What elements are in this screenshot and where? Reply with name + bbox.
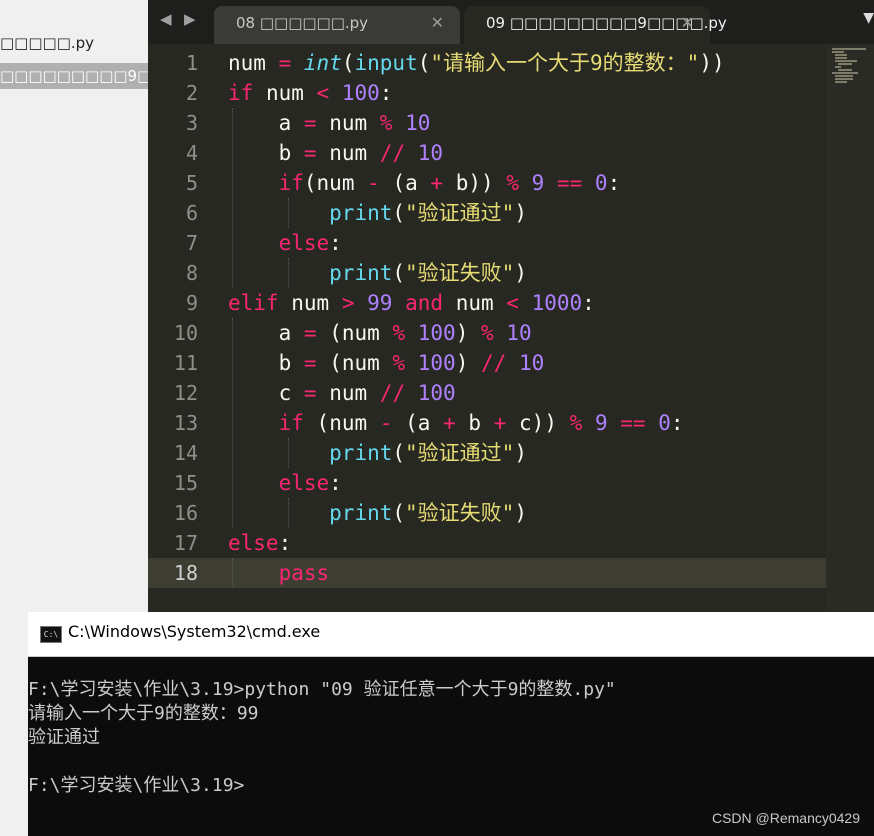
line-number: 5 <box>185 171 198 195</box>
code-line: print("验证失败") <box>329 501 527 525</box>
line-number: 9 <box>185 291 198 315</box>
file-sidebar: □□□□□.py □□□□□□□□□9□□□□.py <box>0 0 148 612</box>
terminal-window[interactable]: C:\ C:\Windows\System32\cmd.exe F:\学习安装\… <box>28 612 874 836</box>
line-number: 1 <box>185 51 198 75</box>
close-icon[interactable]: ✕ <box>431 6 444 40</box>
code-editor[interactable]: ◀ ▶ 08 □□□□□□.py ✕ 09 □□□□□□□□□9□□□□.py … <box>148 0 874 612</box>
code-line: print("验证通过") <box>329 441 527 465</box>
sidebar-file-item[interactable]: □□□□□.py <box>0 30 148 56</box>
tab-label: 08 □□□□□□.py <box>236 14 369 32</box>
line-number: 12 <box>173 381 198 405</box>
code-line: else: <box>278 231 342 255</box>
code-line: b = (num % 100) // 10 <box>278 351 545 375</box>
line-number: 7 <box>185 231 198 255</box>
code-line: print("验证失败") <box>329 261 527 285</box>
code-line: pass <box>278 561 330 585</box>
terminal-line: F:\学习安装\作业\3.19> <box>28 775 245 796</box>
chevron-left-icon[interactable]: ◀ <box>160 10 172 28</box>
sidebar-file-item-active[interactable]: □□□□□□□□□9□□□□.py <box>0 63 148 89</box>
code-line: c = num // 100 <box>278 381 456 405</box>
code-line: a = num % 10 <box>278 111 431 135</box>
watermark: CSDN @Remancy0429 <box>711 810 860 826</box>
line-number: 2 <box>185 81 198 105</box>
close-icon[interactable]: ✕ <box>681 6 694 40</box>
line-number: 4 <box>185 141 198 165</box>
tab-bar: ◀ ▶ 08 □□□□□□.py ✕ 09 □□□□□□□□□9□□□□.py … <box>148 0 874 44</box>
line-number: 13 <box>173 411 198 435</box>
chevron-right-icon[interactable]: ▶ <box>184 10 196 28</box>
line-number: 15 <box>173 471 198 495</box>
line-number: 3 <box>185 111 198 135</box>
line-number-gutter: 1 2 3 4 5 6 7 8 9 10 11 12 13 14 15 16 17 18 <box>148 48 208 588</box>
code-line: if(num - (a + b)) % 9 == 0: <box>278 171 621 195</box>
terminal-line: 验证通过 <box>28 727 100 748</box>
code-line: a = (num % 100) % 10 <box>278 321 532 345</box>
line-number: 8 <box>185 261 198 285</box>
line-number: 17 <box>173 531 198 555</box>
tab-09[interactable]: 09 □□□□□□□□□9□□□□.py ✕ <box>464 6 727 44</box>
line-number: 18 <box>173 561 198 585</box>
code-line: if num < 100: <box>228 81 393 105</box>
line-number: 10 <box>173 321 198 345</box>
code-line: if (num - (a + b + c)) % 9 == 0: <box>278 411 684 435</box>
terminal-line: F:\学习安装\作业\3.19>python "09 验证任意一个大于9的整数.… <box>28 679 616 700</box>
tab-08[interactable]: 08 □□□□□□.py ✕ <box>214 6 460 44</box>
line-number: 11 <box>173 351 198 375</box>
minimap[interactable] <box>826 44 874 612</box>
terminal-title-bar[interactable]: C:\ C:\Windows\System32\cmd.exe <box>28 612 874 657</box>
chevron-down-icon[interactable]: ▼ <box>863 10 874 26</box>
terminal-line: 请输入一个大于9的整数：99 <box>28 703 259 724</box>
line-number: 14 <box>173 441 198 465</box>
code-line: b = num // 10 <box>278 141 444 165</box>
terminal-output[interactable]: F:\学习安装\作业\3.19>python "09 验证任意一个大于9的整数.… <box>28 678 874 798</box>
code-line: else: <box>278 471 342 495</box>
line-number: 6 <box>185 201 198 225</box>
code-line: elif num > 99 and num < 1000: <box>228 291 595 315</box>
code-area[interactable]: num = int(input("请输入一个大于9的整数：")) if num <… <box>228 48 828 588</box>
code-line: print("验证通过") <box>329 201 527 225</box>
terminal-icon: C:\ <box>40 626 62 643</box>
code-line: else: <box>228 531 292 555</box>
code-line: num = int(input("请输入一个大于9的整数：")) <box>228 51 725 75</box>
terminal-title: C:\Windows\System32\cmd.exe <box>68 622 321 641</box>
line-number: 16 <box>173 501 198 525</box>
